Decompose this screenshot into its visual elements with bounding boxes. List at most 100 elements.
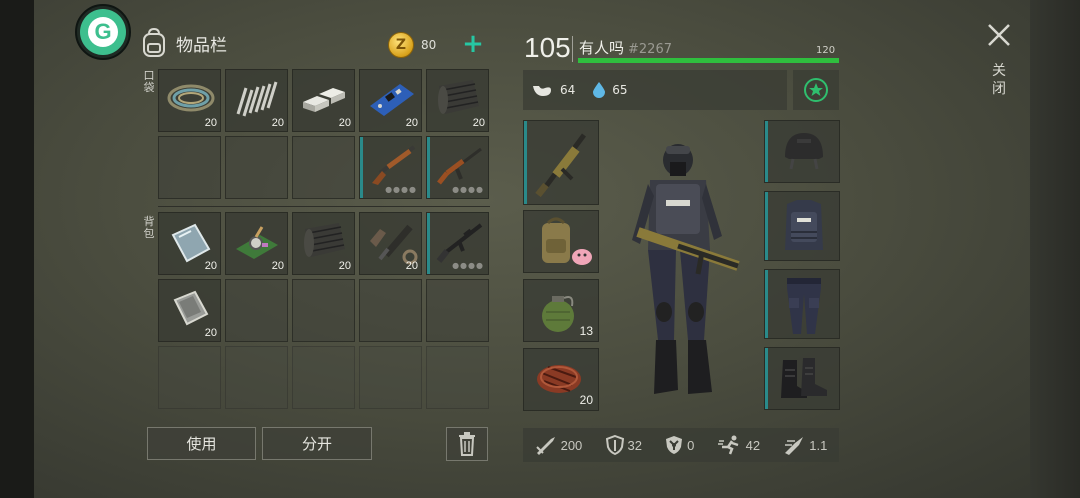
fabric-roll-icon <box>438 80 479 114</box>
player-name-block: 有人吗 #2267 <box>579 37 672 58</box>
item-quantity: 20 <box>405 260 418 272</box>
defense-stat: 32 <box>605 435 642 455</box>
shield-icon <box>605 435 624 455</box>
split-button[interactable]: 分开 <box>262 427 372 460</box>
backpack-slot-locked <box>426 346 489 409</box>
food-value: 64 <box>560 83 576 97</box>
favorite-button[interactable] <box>793 70 839 110</box>
boots-icon <box>781 358 827 398</box>
steak-icon <box>537 365 581 393</box>
pocket-slot-assault-rifle[interactable]: ●●●● <box>426 136 489 199</box>
backpack-slot-rifle-m4[interactable]: ●●●● <box>426 212 489 275</box>
pocket-slot-spring[interactable]: 20 <box>225 69 288 132</box>
close-icon[interactable] <box>986 22 1012 48</box>
use-button[interactable]: 使用 <box>147 427 256 460</box>
backpack-slot-locked <box>225 346 288 409</box>
fabric-roll-icon <box>304 223 345 257</box>
backpack-slot-glass-plate[interactable]: 20 <box>158 212 221 275</box>
speed-value: 42 <box>745 437 761 453</box>
rope-coil-icon <box>167 84 215 112</box>
survival-stats: 64 65 <box>523 70 787 110</box>
consumable-slot-steak[interactable]: 20 <box>523 348 599 411</box>
weapon-slot[interactable] <box>523 120 599 205</box>
backpack-slot-empty[interactable] <box>426 279 489 342</box>
trash-icon <box>459 432 475 456</box>
speed-stat: 42 <box>717 435 761 455</box>
slot-accent <box>765 348 768 409</box>
app-logo[interactable]: G <box>75 4 131 60</box>
helmet-slot[interactable] <box>764 120 840 183</box>
body-armor-slot[interactable] <box>764 191 840 261</box>
pocket-slot-fabric-roll[interactable]: 20 <box>426 69 489 132</box>
helmet-icon <box>785 133 823 170</box>
coin-icon: Z <box>388 32 414 58</box>
pocket-label-char: 袋 <box>143 81 155 94</box>
pocket-slot-shotgun[interactable]: ●●●● <box>359 136 422 199</box>
item-quantity: 20 <box>338 260 351 272</box>
item-quantity: 20 <box>472 117 485 129</box>
inventory-header: 物品栏 <box>140 28 227 58</box>
player-id: #2267 <box>628 42 672 57</box>
pocket-slot-rope-coil[interactable]: 20 <box>158 69 221 132</box>
backpack-equip-slot[interactable] <box>523 210 599 273</box>
close-label-char: 关 <box>992 63 1006 79</box>
radiation-stat: 0 <box>665 435 694 455</box>
defense-value: 32 <box>627 437 642 453</box>
pocket-slot-circuit-board[interactable]: 20 <box>359 69 422 132</box>
assault-rifle-icon <box>437 147 482 185</box>
star-badge-icon <box>804 78 828 102</box>
hp-bar-fill <box>578 58 839 63</box>
pocket-slot-empty[interactable] <box>158 136 221 199</box>
trash-button[interactable] <box>446 427 488 461</box>
combat-stats-bar: 200 32 0 42 1.1 <box>523 428 839 462</box>
metal-ingot-icon <box>303 88 345 112</box>
screen-edge-left <box>0 0 34 498</box>
item-quantity: 20 <box>204 260 217 272</box>
backpack-slot-empty[interactable] <box>225 279 288 342</box>
backpack-label: 背 包 <box>142 216 156 240</box>
slot-accent <box>427 213 430 274</box>
backpack-label-char: 包 <box>143 227 155 240</box>
boots-slot[interactable] <box>764 347 840 410</box>
pocket-label: 口 袋 <box>142 70 156 94</box>
slot-accent <box>765 270 768 338</box>
item-quantity: 20 <box>271 260 284 272</box>
add-coins-button[interactable]: + <box>460 31 486 58</box>
pocket-slot-metal-ingots[interactable]: 20 <box>292 69 355 132</box>
steel-plate-icon <box>173 290 209 326</box>
close-label-char: 闭 <box>992 81 1006 97</box>
backpack-slot-weapon-parts[interactable]: 20 <box>359 212 422 275</box>
radiation-shield-icon <box>666 436 683 454</box>
attack-value: 200 <box>560 437 583 453</box>
water-drop-icon <box>593 82 606 98</box>
backpack-slot-electronic-chip[interactable]: 20 <box>225 212 288 275</box>
running-icon <box>717 435 739 455</box>
pocket-slot-empty[interactable] <box>225 136 288 199</box>
backpack-slot-fabric-roll[interactable]: 20 <box>292 212 355 275</box>
durability-dots: ●●●● <box>385 185 417 194</box>
food-stat: 64 <box>531 82 575 98</box>
weight-value: 1.1 <box>809 437 828 453</box>
player-level: 105 <box>524 32 571 63</box>
player-name: 有人吗 <box>579 39 625 57</box>
military-backpack-icon <box>542 217 592 265</box>
close-button-label[interactable]: 关 闭 <box>990 62 1008 98</box>
consumable-slot-grenade[interactable]: 13 <box>523 279 599 342</box>
pants-slot[interactable] <box>764 269 840 339</box>
durability-dots: ●●●● <box>452 185 484 194</box>
backpack-slot-empty[interactable] <box>292 279 355 342</box>
sword-icon <box>535 437 555 455</box>
backpack-slot-empty[interactable] <box>359 279 422 342</box>
hp-bar <box>578 58 839 63</box>
backpack-slot-steel-plate[interactable]: 20 <box>158 279 221 342</box>
slot-accent <box>427 137 430 198</box>
shotgun-icon <box>372 145 416 185</box>
slot-accent <box>524 121 527 204</box>
item-quantity: 20 <box>271 117 284 129</box>
glass-plate-icon <box>171 223 211 263</box>
blade-icon <box>785 437 804 455</box>
slot-accent <box>765 192 768 260</box>
item-quantity: 20 <box>204 327 217 339</box>
pocket-slot-empty[interactable] <box>292 136 355 199</box>
backpack-slot-locked <box>292 346 355 409</box>
